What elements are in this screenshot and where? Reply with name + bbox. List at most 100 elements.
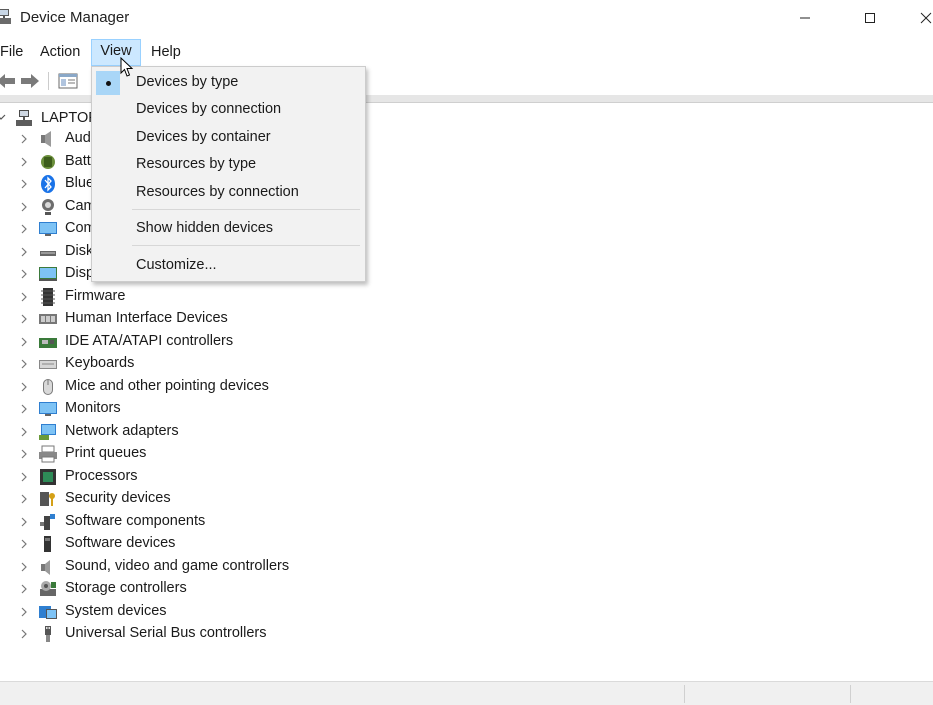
tree-category-label: Aud xyxy=(65,130,91,146)
maximize-button[interactable] xyxy=(847,0,893,36)
chevron-right-icon[interactable] xyxy=(20,472,28,482)
menu-item-label: Show hidden devices xyxy=(136,220,274,236)
menu-item-devices-by-container[interactable]: Devices by container xyxy=(94,125,363,151)
tree-category-sound[interactable]: Sound, video and game controllers xyxy=(0,556,500,578)
menu-item-resources-by-type[interactable]: Resources by type xyxy=(94,152,363,178)
menu-item-label: Resources by connection xyxy=(136,184,299,200)
status-separator xyxy=(684,685,685,703)
chevron-right-icon[interactable] xyxy=(20,134,28,144)
tree-category-mouse[interactable]: Mice and other pointing devices xyxy=(0,376,500,398)
menu-item-show-hidden-devices[interactable]: Show hidden devices xyxy=(94,216,363,242)
status-bar xyxy=(0,681,933,705)
tree-category-hid[interactable]: Human Interface Devices xyxy=(0,308,500,330)
menu-help[interactable]: Help xyxy=(144,40,188,64)
tree-category-ide-controller[interactable]: IDE ATA/ATAPI controllers xyxy=(0,331,500,353)
chevron-right-icon[interactable] xyxy=(20,247,28,257)
system-device-icon xyxy=(39,605,57,619)
tree-category-label: Disp xyxy=(65,265,95,281)
chevron-right-icon[interactable] xyxy=(20,269,28,279)
device-manager-app-icon xyxy=(0,9,11,24)
chevron-right-icon[interactable] xyxy=(20,584,28,594)
chevron-right-icon[interactable] xyxy=(20,337,28,347)
menu-item-label: Customize... xyxy=(136,257,217,273)
menu-bar: File Action View Help xyxy=(0,38,933,66)
tree-category-software-component[interactable]: Software components xyxy=(0,511,500,533)
menu-item-label: Resources by type xyxy=(136,156,257,172)
chevron-right-icon[interactable] xyxy=(20,427,28,437)
chevron-right-icon[interactable] xyxy=(20,404,28,414)
tree-category-label: Storage controllers xyxy=(65,580,187,596)
close-button[interactable] xyxy=(903,0,933,36)
menu-separator xyxy=(132,245,360,246)
window-title: Device Manager xyxy=(20,9,130,26)
chevron-right-icon[interactable] xyxy=(20,449,28,459)
chevron-right-icon[interactable] xyxy=(20,359,28,369)
chevron-right-icon[interactable] xyxy=(20,494,28,504)
processor-icon xyxy=(40,468,56,485)
view-menu-dropdown: Devices by type Devices by connection De… xyxy=(91,66,366,282)
battery-icon xyxy=(41,154,55,169)
tree-category-monitor[interactable]: Monitors xyxy=(0,398,500,420)
chevron-right-icon[interactable] xyxy=(20,607,28,617)
tree-category-security-device[interactable]: Security devices xyxy=(0,488,500,510)
software-component-icon xyxy=(40,513,55,530)
menu-item-devices-by-connection[interactable]: Devices by connection xyxy=(94,97,363,123)
menu-file[interactable]: File xyxy=(0,40,30,64)
tree-category-label: Firmware xyxy=(65,287,126,304)
camera-icon xyxy=(42,198,54,215)
properties-button[interactable] xyxy=(56,71,80,91)
maximize-icon xyxy=(865,13,875,23)
tree-category-label: Disk xyxy=(65,242,94,259)
tree-category-label: Human Interface Devices xyxy=(65,310,228,326)
chevron-right-icon[interactable] xyxy=(20,517,28,527)
minimize-button[interactable] xyxy=(782,0,828,36)
chevron-right-icon[interactable] xyxy=(20,157,28,167)
back-button[interactable] xyxy=(0,71,18,91)
menu-item-label: Devices by connection xyxy=(136,101,282,117)
chevron-right-icon[interactable] xyxy=(20,179,28,189)
radio-dot-icon xyxy=(105,80,111,86)
tree-category-label: Blue xyxy=(65,175,95,191)
menu-separator xyxy=(132,209,360,210)
minimize-icon xyxy=(800,17,810,19)
chevron-right-icon[interactable] xyxy=(20,202,28,212)
menu-item-customize[interactable]: Customize... xyxy=(94,253,363,279)
menu-item-label: Devices by container xyxy=(136,129,271,145)
chevron-right-icon[interactable] xyxy=(20,539,28,549)
chevron-right-icon[interactable] xyxy=(20,292,28,302)
menu-item-devices-by-type[interactable]: Devices by type xyxy=(94,70,363,96)
tree-category-processor[interactable]: Processors xyxy=(0,466,500,488)
close-icon xyxy=(920,12,932,24)
tree-category-storage-controller[interactable]: Storage controllers xyxy=(0,578,500,600)
tree-category-label: Software devices xyxy=(65,535,176,551)
toolbar-separator xyxy=(48,72,49,90)
tree-category-label: IDE ATA/ATAPI controllers xyxy=(65,332,234,349)
tree-category-system-device[interactable]: System devices xyxy=(0,601,500,623)
chevron-right-icon[interactable] xyxy=(20,562,28,572)
forward-arrow-icon xyxy=(21,74,39,88)
chevron-right-icon[interactable] xyxy=(20,629,28,639)
tree-category-label: Network adapters xyxy=(65,422,179,439)
tree-category-network-adapter[interactable]: Network adapters xyxy=(0,421,500,443)
software-device-icon xyxy=(44,536,51,552)
menu-item-resources-by-connection[interactable]: Resources by connection xyxy=(94,180,363,206)
tree-category-label: Software components xyxy=(65,512,206,529)
back-arrow-icon xyxy=(0,74,15,88)
tree-category-usb[interactable]: Universal Serial Bus controllers xyxy=(0,623,500,645)
menu-action[interactable]: Action xyxy=(33,40,87,64)
monitor-icon xyxy=(39,402,57,416)
tree-category-software-device[interactable]: Software devices xyxy=(0,533,500,555)
radio-check-indicator xyxy=(96,71,120,95)
tree-category-firmware[interactable]: Firmware xyxy=(0,286,500,308)
tree-category-printer[interactable]: Print queues xyxy=(0,443,500,465)
computer-icon xyxy=(39,222,57,236)
chevron-right-icon[interactable] xyxy=(20,382,28,392)
tree-category-label: Mice and other pointing devices xyxy=(65,377,269,394)
forward-button[interactable] xyxy=(18,71,42,91)
tree-category-keyboard[interactable]: Keyboards xyxy=(0,353,500,375)
chevron-right-icon[interactable] xyxy=(20,224,28,234)
chevron-down-icon[interactable] xyxy=(0,112,6,122)
tree-category-label: Sound, video and game controllers xyxy=(65,557,290,574)
chevron-right-icon[interactable] xyxy=(20,314,28,324)
disk-drive-icon xyxy=(40,250,56,256)
